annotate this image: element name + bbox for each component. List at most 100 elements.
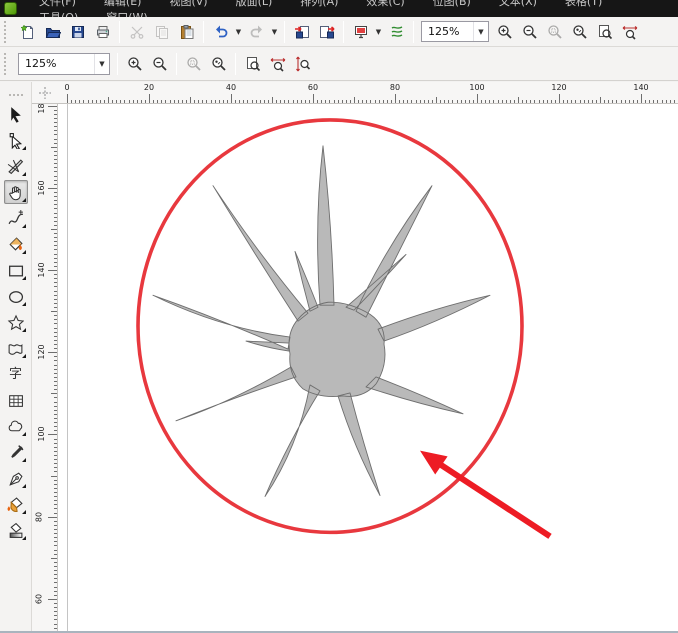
flyout-indicator[interactable] [22,146,26,150]
ruler-tick [288,100,289,104]
ruler-tick [485,100,486,104]
zoom-out-button[interactable] [517,20,542,44]
undo-dropdown-icon: ▼ [236,28,241,36]
toolbar-separator [413,21,414,43]
fill-tool[interactable] [4,492,28,516]
zoom-levels-combo[interactable]: 125% ▼ [18,53,110,75]
print-button[interactable] [90,20,115,44]
zoom-to-all-objects-button[interactable] [567,20,592,44]
flyout-indicator[interactable] [22,250,26,254]
smart-fill-tool[interactable] [4,232,28,256]
rectangle-tool[interactable] [4,258,28,282]
ruler-tick [481,100,482,104]
zoom-to-page-width-button[interactable] [617,20,642,44]
menu-item-0[interactable]: 文件(F) [25,0,90,9]
flyout-indicator[interactable] [22,198,26,202]
ruler-tick [54,426,58,427]
ruler-tick [334,100,335,104]
drawing-layer [58,104,678,631]
whats-new-button[interactable] [384,20,409,44]
import-button[interactable] [289,20,314,44]
toolbar-separator [176,53,177,75]
menu-item-6[interactable]: 位图(B) [419,0,485,9]
open-document-button[interactable] [40,20,65,44]
menu-item-10[interactable]: 窗口(W) [92,10,161,18]
flyout-indicator[interactable] [22,354,26,358]
ruler-label: 180 [37,104,46,113]
ruler-tick [54,159,58,160]
application-launcher-icon [353,24,369,40]
zoom-in-button[interactable] [122,52,147,76]
flyout-indicator[interactable] [22,328,26,332]
ruler-tick [457,100,458,104]
toolbar-separator [119,21,120,43]
property-bar-grip[interactable] [4,53,11,75]
menu-item-9[interactable]: 工具(O) [25,10,92,18]
ellipse-tool[interactable] [4,284,28,308]
new-document-button[interactable] [15,20,40,44]
toolbox-grip[interactable] [9,94,23,96]
ruler-tick [54,217,58,218]
menu-item-2[interactable]: 视图(V) [155,0,221,9]
shape-tool[interactable] [4,128,28,152]
polygon-tool[interactable] [4,310,28,334]
menu-item-5[interactable]: 效果(C) [352,0,418,9]
ruler-tick [133,100,134,104]
basic-shapes-tool[interactable] [4,336,28,360]
pan-tool[interactable] [4,180,28,204]
ruler-tick [428,100,429,104]
ruler-label: 100 [37,427,46,442]
menu-item-4[interactable]: 排列(A) [286,0,352,9]
toolbar-grip[interactable] [4,21,11,43]
menu-item-1[interactable]: 编辑(E) [90,0,156,9]
flyout-indicator[interactable] [22,302,26,306]
application-launcher-dropdown-icon: ▼ [376,28,381,36]
flyout-indicator[interactable] [22,484,26,488]
ruler-tick [54,295,58,296]
table-tool[interactable] [4,388,28,412]
menu-item-8[interactable]: 表格(T) [551,0,616,9]
flyout-indicator[interactable] [22,172,26,176]
zoom-out-button[interactable] [147,52,172,76]
ruler-tick [477,94,478,103]
flyout-indicator[interactable] [22,276,26,280]
ruler-origin-corner[interactable] [32,82,58,104]
application-launcher-button[interactable] [348,20,373,44]
ruler-tick [51,393,57,394]
freehand-tool[interactable] [4,206,28,230]
zoom-to-page-height-button[interactable] [290,52,315,76]
zoom-in-button[interactable] [492,20,517,44]
save-document-button[interactable] [65,20,90,44]
zoom-to-page-width-button[interactable] [265,52,290,76]
application-launcher-dropdown[interactable]: ▼ [373,20,384,44]
flyout-indicator[interactable] [22,432,26,436]
outline-pen-tool[interactable] [4,466,28,490]
undo-button[interactable] [208,20,233,44]
undo-dropdown[interactable]: ▼ [233,20,244,44]
text-tool[interactable]: 字 [4,362,28,386]
paste-button[interactable] [174,20,199,44]
flyout-indicator[interactable] [22,224,26,228]
splat-shape[interactable] [153,146,490,497]
flyout-indicator[interactable] [22,510,26,514]
zoom-level-combo[interactable]: 125% ▼ [421,21,489,42]
zoom-to-page-button[interactable] [592,20,617,44]
chevron-down-icon[interactable]: ▼ [94,54,109,74]
zoom-to-page-button[interactable] [240,52,265,76]
ruler-tick [54,496,58,497]
drawing-canvas[interactable] [58,104,678,631]
export-button[interactable] [314,20,339,44]
menu-item-7[interactable]: 文本(X) [485,0,551,9]
ruler-tick [54,365,58,366]
eyedropper-tool[interactable] [4,440,28,464]
interactive-fill-tool[interactable] [4,518,28,542]
workspace: 字 1801601401201008060 020406080100120140 [0,82,678,633]
flyout-indicator[interactable] [22,536,26,540]
crop-tool[interactable] [4,154,28,178]
zoom-to-all-objects-button[interactable] [206,52,231,76]
pick-tool[interactable] [4,102,28,126]
callout-shapes-tool[interactable] [4,414,28,438]
flyout-indicator[interactable] [22,458,26,462]
chevron-down-icon[interactable]: ▼ [473,22,488,41]
menu-item-3[interactable]: 版面(L) [222,0,287,9]
